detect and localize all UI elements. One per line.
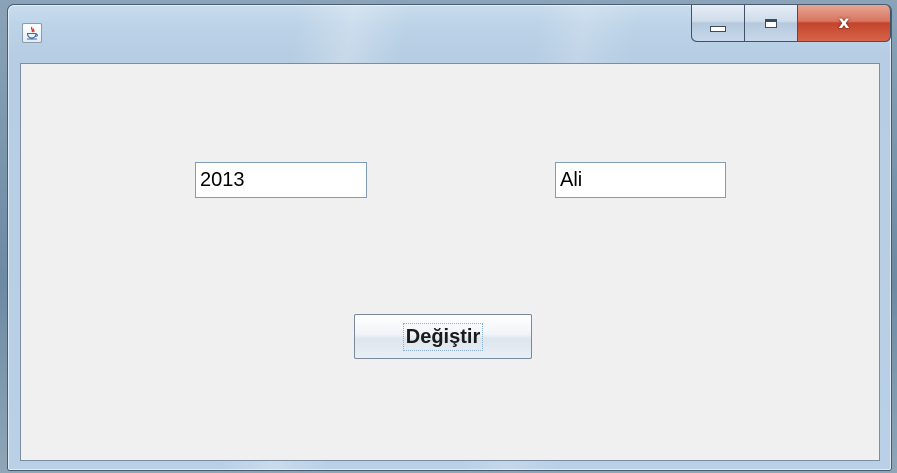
- java-coffee-icon[interactable]: [22, 23, 42, 43]
- caption-buttons: x: [691, 5, 891, 43]
- minimize-button[interactable]: [691, 5, 744, 42]
- content-panel: Değiştir: [20, 63, 880, 461]
- year-field[interactable]: [195, 162, 367, 198]
- java-coffee-icon-graphic: [26, 26, 38, 40]
- title-bar[interactable]: x: [8, 5, 891, 61]
- close-icon: x: [838, 12, 850, 33]
- close-button[interactable]: x: [797, 5, 891, 42]
- name-field[interactable]: [555, 162, 726, 198]
- minimize-icon: [710, 26, 726, 32]
- maximize-button[interactable]: [744, 5, 797, 42]
- change-button[interactable]: Değiştir: [354, 314, 532, 359]
- app-window: x Değiştir: [7, 4, 892, 471]
- maximize-icon: [765, 18, 777, 28]
- change-button-label: Değiştir: [402, 322, 484, 351]
